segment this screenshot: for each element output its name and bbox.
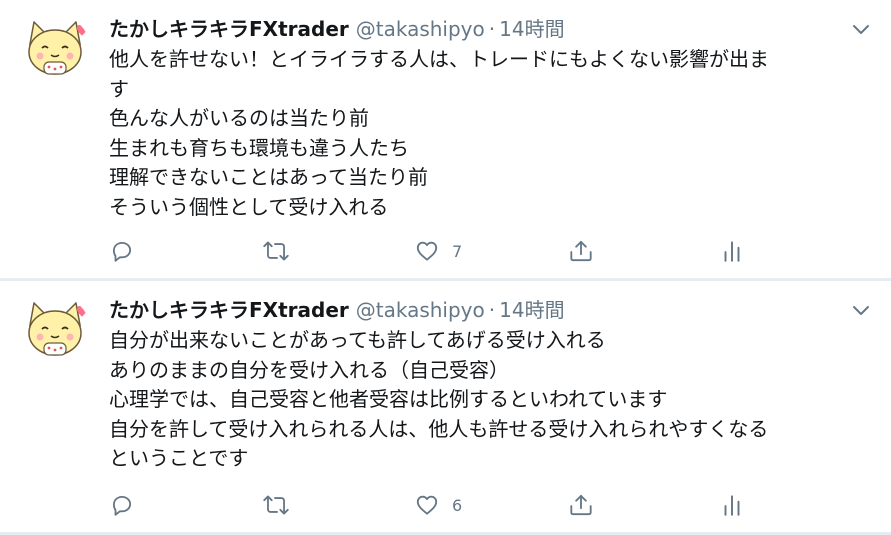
tweet-text-line: ということです — [109, 446, 249, 470]
header-separator: · — [488, 17, 496, 41]
retweet-button[interactable] — [261, 490, 291, 520]
tweet[interactable]: たかしキラキラFXtrader @takashipyo · 14時間 自分が出来ないこ… — [0, 281, 891, 533]
reply-icon — [112, 241, 132, 262]
tweet-text-line: 色んな人がいるのは当たり前 — [109, 106, 369, 130]
avatar[interactable] — [20, 295, 90, 365]
like-button[interactable]: 6 — [414, 490, 462, 520]
tweet[interactable]: たかしキラキラFXtrader @takashipyo · 14時間 他人を許せない！… — [0, 0, 891, 278]
tweet-actions: 7 — [109, 236, 769, 266]
retweet-icon — [263, 241, 289, 261]
chevron-down-icon[interactable] — [851, 303, 871, 317]
analytics-icon — [724, 495, 740, 516]
like-button[interactable]: 7 — [414, 236, 462, 266]
tweet-text-line: 理解できないことはあって当たり前 — [109, 165, 428, 189]
share-icon — [570, 494, 592, 516]
analytics-button[interactable] — [721, 236, 743, 266]
tweet-timestamp[interactable]: 14時間 — [499, 298, 564, 322]
analytics-button[interactable] — [721, 490, 743, 520]
header-separator: · — [488, 298, 496, 322]
avatar[interactable] — [20, 14, 90, 84]
user-handle[interactable]: @takashipyo — [356, 17, 485, 41]
tweet-text-line: 心理学では、自己受容と他者受容は比例するといわれています — [109, 387, 668, 411]
tweet-text-line: ありのままの自分を受け入れる（自己受容） — [109, 357, 509, 382]
tweet-text-line: 生まれも育ちも環境も違う人たち — [109, 135, 409, 160]
cat-avatar-icon — [20, 295, 90, 365]
retweet-icon — [263, 495, 289, 515]
tweet-text-line: 自分を許して受け入れられる人は、他人も許せる受け入れられやすくなる — [109, 416, 769, 441]
like-count: 6 — [452, 495, 463, 515]
tweet-header: たかしキラキラFXtrader @takashipyo · 14時間 — [109, 13, 565, 45]
tweet-text: 他人を許せない！とイライラする人は、トレードにもよくない影響が出ま す 色んな人… — [109, 45, 869, 222]
tweet-header: たかしキラキラFXtrader @takashipyo · 14時間 — [109, 294, 565, 326]
tweet-actions: 6 — [109, 490, 769, 520]
share-button[interactable] — [567, 490, 595, 520]
reply-button[interactable] — [109, 236, 135, 266]
share-icon — [570, 240, 592, 262]
retweet-button[interactable] — [261, 236, 291, 266]
chevron-down-icon[interactable] — [851, 22, 871, 36]
tweet-text-line: 他人を許せない！とイライラする人は、トレードにもよくない影響が出ま — [109, 47, 769, 71]
user-handle[interactable]: @takashipyo — [356, 298, 485, 322]
tweet-text: 自分が出来ないことがあっても許してあげる受け入れる ありのままの自分を受け入れる… — [109, 326, 869, 474]
tweet-text-line: す — [109, 76, 129, 101]
analytics-icon — [724, 241, 740, 262]
display-name[interactable]: たかしキラキラFXtrader — [109, 298, 349, 322]
cat-avatar-icon — [20, 14, 90, 84]
heart-icon — [416, 495, 438, 515]
tweet-timestamp[interactable]: 14時間 — [499, 17, 564, 41]
like-count: 7 — [452, 241, 463, 261]
reply-button[interactable] — [109, 490, 135, 520]
share-button[interactable] — [567, 236, 595, 266]
tweet-text-line: そういう個性として受け入れる — [109, 194, 389, 219]
display-name[interactable]: たかしキラキラFXtrader — [109, 17, 349, 41]
heart-icon — [416, 241, 438, 261]
tweet-text-line: 自分が出来ないことがあっても許してあげる受け入れる — [109, 328, 606, 352]
reply-icon — [112, 495, 132, 516]
